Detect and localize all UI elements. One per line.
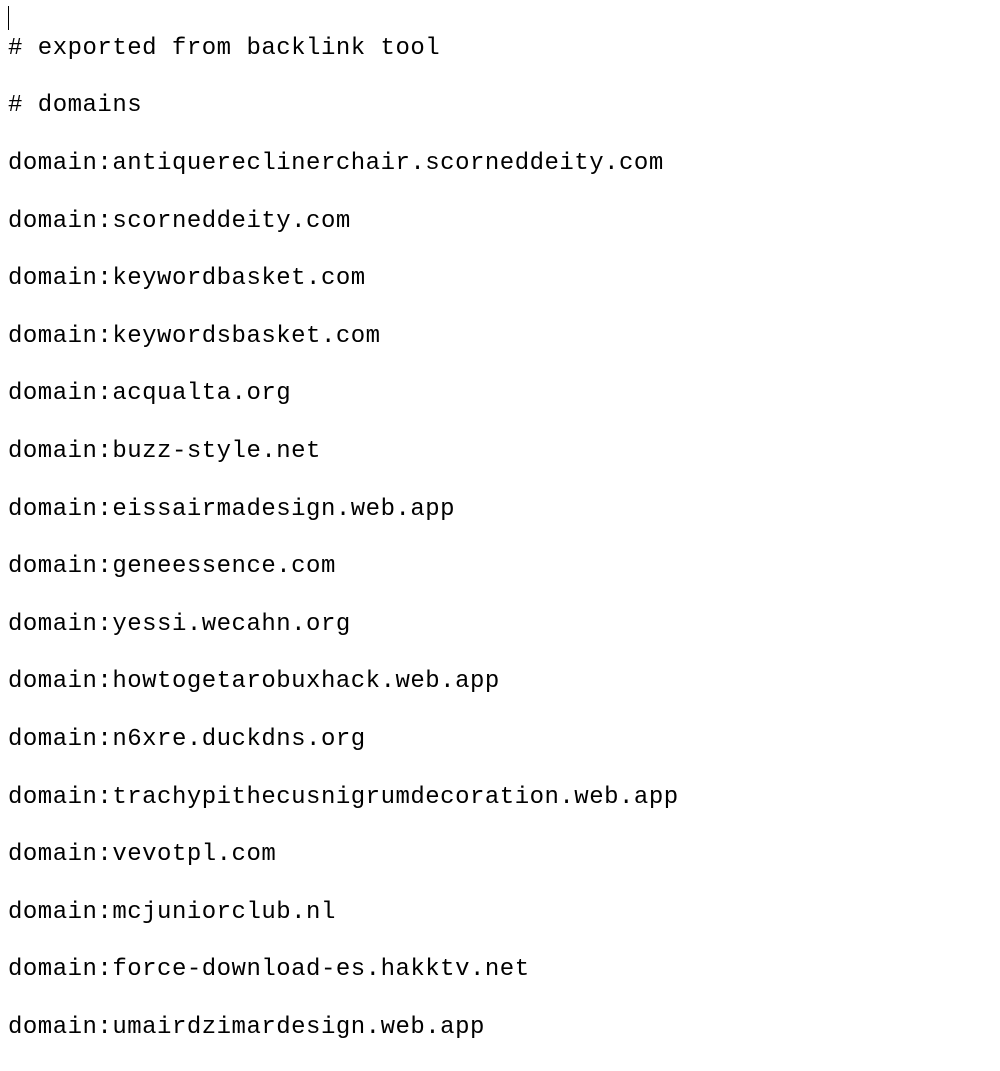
- domain-line: domain:trachypithecusnigrumdecoration.we…: [8, 784, 992, 813]
- domain-line: domain:scorneddeity.com: [8, 208, 992, 237]
- domain-line: domain:keywordsbasket.com: [8, 323, 992, 352]
- domain-line: domain:howtogetarobuxhack.web.app: [8, 668, 992, 697]
- domain-line: domain:eissairmadesign.web.app: [8, 496, 992, 525]
- comment-line: # exported from backlink tool: [8, 35, 992, 64]
- domain-line: domain:buzz-style.net: [8, 438, 992, 467]
- text-editor-content[interactable]: # exported from backlink tool # domains …: [8, 6, 992, 1071]
- domain-line: domain:acqualta.org: [8, 380, 992, 409]
- domain-line: domain:geneessence.com: [8, 553, 992, 582]
- domain-line: domain:antiquereclinerchair.scorneddeity…: [8, 150, 992, 179]
- domain-line: domain:n6xre.duckdns.org: [8, 726, 992, 755]
- domain-line: domain:mcjuniorclub.nl: [8, 899, 992, 928]
- comment-line: # domains: [8, 92, 992, 121]
- domain-line: domain:force-download-es.hakktv.net: [8, 956, 992, 985]
- domain-line: domain:keywordbasket.com: [8, 265, 992, 294]
- domain-line: domain:umairdzimardesign.web.app: [8, 1014, 992, 1043]
- domain-line: domain:vevotpl.com: [8, 841, 992, 870]
- domain-line: domain:yessi.wecahn.org: [8, 611, 992, 640]
